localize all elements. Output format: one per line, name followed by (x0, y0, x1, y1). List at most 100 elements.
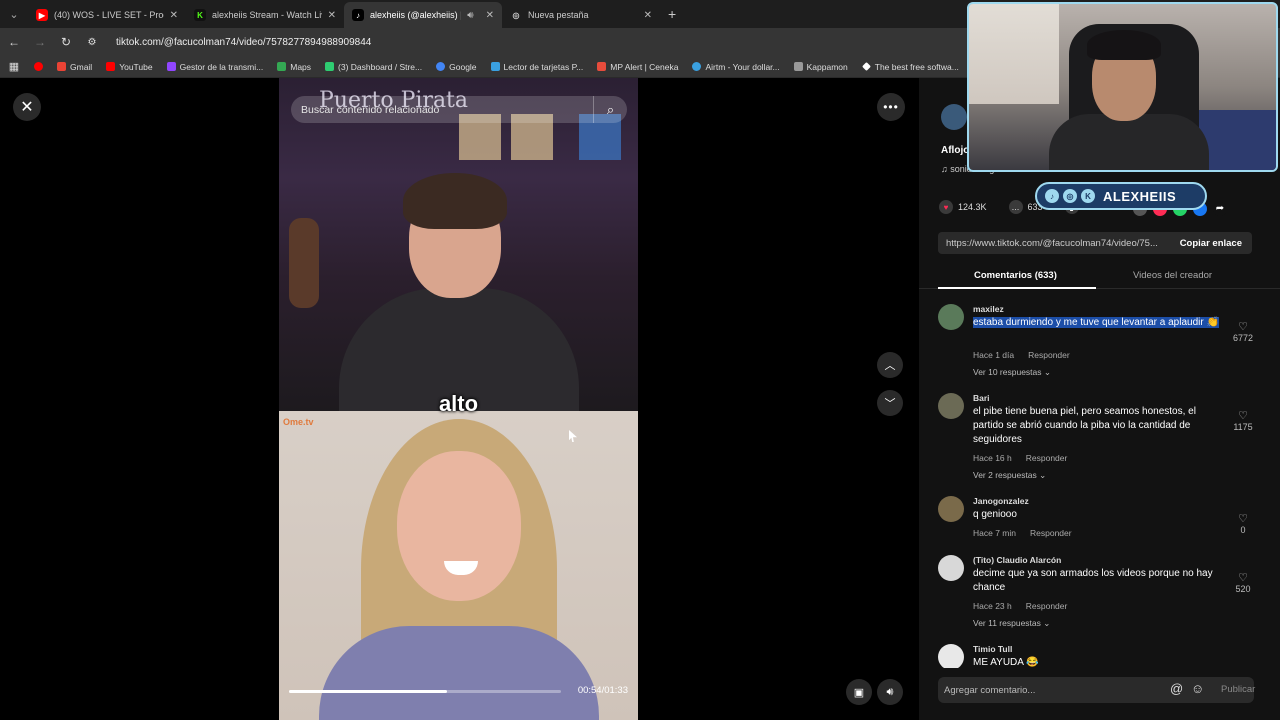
commenter-name[interactable]: Bari (973, 393, 990, 403)
comment-text: el pibe tiene buena piel, pero seamos ho… (973, 406, 1196, 445)
close-tab-icon[interactable]: ✕ (170, 10, 178, 21)
tab-comments[interactable]: Comentarios (633) (974, 270, 1057, 281)
like-count-value: 124.3K (958, 202, 987, 212)
browser-tab-new[interactable]: ◎ Nueva pestaña ✕ (502, 2, 660, 28)
bookmark-label: Maps (290, 61, 312, 72)
bookmark-lector[interactable]: Lector de tarjetas P... (490, 62, 583, 72)
commenter-avatar[interactable] (938, 304, 964, 330)
bookmark-free-software[interactable]: The best free softwa... (861, 62, 959, 72)
google-icon (436, 62, 446, 71)
bookmark-google[interactable]: Google (436, 61, 477, 72)
mention-icon[interactable]: @ (1170, 681, 1183, 696)
bookmark-dashboard[interactable]: (3) Dashboard / Stre... (325, 62, 422, 72)
reply-button[interactable]: Responder (1026, 453, 1068, 463)
like-count[interactable]: ♥ 124.3K (939, 200, 987, 214)
forward-icon[interactable]: → (34, 35, 46, 49)
close-tab-icon[interactable]: ✕ (486, 10, 494, 21)
bookmark-label: Gmail (70, 61, 93, 72)
video-player[interactable]: Puerto Pirata Ome.tv alto Buscar conteni… (279, 78, 638, 720)
comment-like-button[interactable]: ♡ 520 (1228, 571, 1258, 594)
bookmark-kappamon[interactable]: Kappamon (793, 62, 848, 72)
commenter-name[interactable]: (Tito) Claudio Alarcón (973, 555, 1061, 565)
tab-creator-videos[interactable]: Videos del creador (1133, 270, 1212, 281)
publish-button[interactable]: Publicar (1221, 684, 1255, 695)
mp-alert-icon (597, 62, 607, 71)
reply-button[interactable]: Responder (1026, 601, 1068, 611)
comment-text-selected: estaba durmiendo y me tuve que levantar … (973, 317, 1219, 328)
kick-icon: K (1081, 189, 1095, 203)
shelf (969, 4, 1059, 104)
commenter-name[interactable]: maxilez (973, 304, 1004, 314)
audio-icon[interactable]: 🔊︎ (467, 10, 473, 21)
new-tab-button[interactable]: + (660, 6, 684, 22)
reply-button[interactable]: Responder (1030, 528, 1072, 538)
comment-icon: … (1008, 200, 1023, 214)
bookmark-youtube[interactable]: YouTube (106, 62, 153, 72)
video-link-field[interactable]: https://www.tiktok.com/@facucolman74/vid… (938, 232, 1252, 254)
bookmark-twitch[interactable]: Gestor de la transmi... (166, 62, 263, 72)
back-icon[interactable]: ← (8, 35, 20, 49)
tab-label: (40) WOS - LIVE SET - Prod. EVI (54, 10, 164, 20)
comment-time: Hace 7 min (973, 528, 1016, 538)
bookmark-airtm[interactable]: Airtm - Your dollar... (692, 62, 780, 72)
previous-video-button[interactable]: ︿ (877, 352, 903, 378)
card-reader-icon (490, 62, 500, 71)
close-icon: ✕ (20, 99, 34, 116)
reply-button[interactable]: Responder (1028, 350, 1070, 360)
copy-link-button[interactable]: Copiar enlace (1170, 232, 1252, 254)
browser-tab-kick[interactable]: K alexheiis Stream - Watch Live o ✕ (186, 2, 344, 28)
commenter-avatar[interactable] (938, 644, 964, 668)
bookmark-youtube-music[interactable] (34, 62, 43, 71)
next-video-button[interactable]: ﹀ (877, 390, 903, 416)
browser-tab-tiktok[interactable]: ♪ alexheiis (@alexheiis) | TikTok 🔊︎ ✕ (344, 2, 502, 28)
chevron-up-icon: ︿ (884, 360, 896, 372)
close-video-button[interactable]: ✕ (13, 93, 41, 121)
related-search-input[interactable]: Buscar contenido relacionado ⌕ (291, 96, 627, 123)
tab-search-dropdown[interactable]: ⌄ (0, 0, 28, 28)
guitar (289, 218, 319, 308)
commenter-name[interactable]: Janogonzalez (973, 496, 1029, 506)
view-replies-button[interactable]: Ver 2 respuestas ⌄ (973, 470, 1046, 481)
volume-button[interactable]: 🔊︎ (877, 679, 903, 705)
maps-icon (277, 62, 287, 71)
commenter-name[interactable]: Timio Tull (973, 644, 1012, 654)
bookmark-gmail[interactable]: Gmail (57, 62, 92, 72)
bookmark-label: (3) Dashboard / Stre... (338, 61, 423, 72)
youtube-icon: ▶ (36, 9, 48, 21)
bookmark-mp-alert[interactable]: MP Alert | Ceneka (597, 62, 678, 72)
commenter-avatar[interactable] (938, 393, 964, 419)
view-replies-button[interactable]: Ver 10 respuestas ⌄ (973, 367, 1051, 378)
comment-like-button[interactable]: ♡ 6772 (1228, 320, 1258, 343)
commenter-avatar[interactable] (938, 496, 964, 522)
instagram-icon: ◎ (1063, 189, 1077, 203)
pip-button[interactable]: ▣ (846, 679, 872, 705)
video-progress-bar[interactable] (289, 690, 561, 693)
search-icon[interactable]: ⌕ (593, 96, 627, 123)
url-field[interactable]: tiktok.com/@facucolman74/video/757827789… (116, 37, 371, 48)
webcam-overlay (967, 2, 1278, 172)
creator-avatar[interactable] (941, 104, 967, 130)
comment-like-count: 1175 (1233, 422, 1253, 432)
browser-tab-youtube[interactable]: ▶ (40) WOS - LIVE SET - Prod. EVI ✕ (28, 2, 186, 28)
view-replies-button[interactable]: Ver 11 respuestas ⌄ (973, 618, 1050, 629)
site-info-icon[interactable]: ⚙ (86, 37, 98, 48)
bookmark-maps[interactable]: Maps (277, 62, 311, 72)
commenter-avatar[interactable] (938, 555, 964, 581)
kick-icon: K (194, 9, 206, 21)
close-tab-icon[interactable]: ✕ (328, 10, 336, 21)
comment-input[interactable]: Agregar comentario... @ ☺ (938, 677, 1254, 703)
emoji-icon[interactable]: ☺ (1191, 681, 1204, 696)
comment-like-button[interactable]: ♡ 0 (1228, 512, 1258, 535)
comment-like-button[interactable]: ♡ 1175 (1228, 409, 1258, 432)
side-panel: Aflojo ♫ sonido original - facucolman ♥1… (919, 78, 1280, 720)
bookmark-label: Google (449, 61, 477, 72)
close-tab-icon[interactable]: ✕ (644, 10, 652, 21)
tiktok-viewer: ✕ Puerto Pirata Ome.tv alto Buscar conte… (0, 78, 1280, 720)
apps-grid-icon[interactable]: ▦ (8, 60, 20, 73)
comment-item: maxilez estaba durmiendo y me tuve que l… (938, 304, 1258, 384)
share-arrow-icon[interactable]: ➦ (1213, 202, 1227, 216)
airtm-icon (692, 62, 702, 71)
video-top-frame: Puerto Pirata (279, 78, 638, 418)
reload-icon[interactable]: ↻ (60, 35, 72, 49)
more-options-button[interactable]: ••• (877, 93, 905, 121)
